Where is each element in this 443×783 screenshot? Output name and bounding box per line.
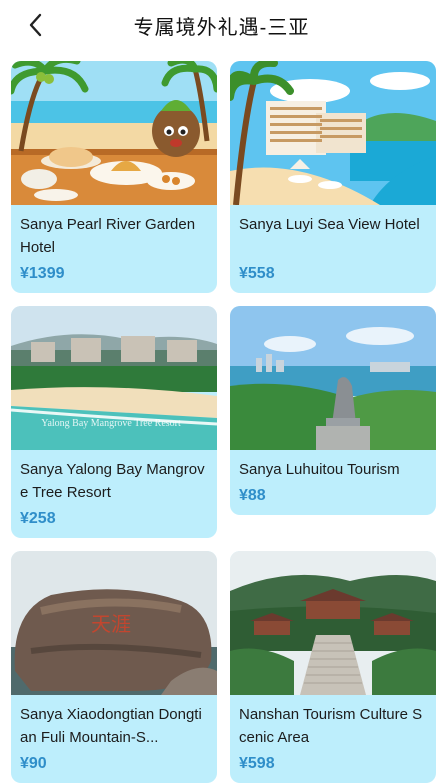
card-price: ¥598 (239, 755, 275, 772)
card-luyi-sea-view-hotel[interactable]: Sanya Luyi Sea View Hotel ¥558 (230, 61, 436, 293)
card-name: Sanya Luyi Sea View Hotel (239, 216, 420, 233)
card-price: ¥258 (20, 510, 56, 527)
card-name: Sanya Pearl River Garden Hotel (20, 216, 196, 256)
card-name: Nanshan Tourism Culture Scenic Area (239, 706, 423, 746)
card-luhuitou-tourism[interactable]: Sanya Luhuitou Tourism ¥88 (230, 306, 436, 515)
card-name: Sanya Yalong Bay Mangrove Tree Resort (20, 461, 205, 501)
back-button[interactable] (22, 11, 50, 39)
card-price: ¥90 (20, 755, 47, 772)
card-price: ¥1399 (20, 265, 65, 282)
header: 专属境外礼遇-三亚 (0, 0, 443, 50)
resort-beach-image: Yalong Bay Mangrove Tree Resort (11, 306, 217, 450)
card-name: Sanya Luhuitou Tourism (239, 461, 400, 478)
card-xiaodongtian[interactable]: 天涯 Sanya Xiaodongtian Dongtian Fuli Moun… (11, 551, 217, 783)
seaview-hotel-image (230, 61, 436, 205)
page-title: 专属境外礼遇-三亚 (133, 16, 310, 39)
temple-gate-image (230, 551, 436, 695)
hotel-breakfast-image (11, 61, 217, 205)
card-nanshan-scenic-area[interactable]: Nanshan Tourism Culture Scenic Area ¥598 (230, 551, 436, 783)
card-price: ¥558 (239, 265, 275, 282)
svg-text:天涯: 天涯 (91, 612, 131, 636)
card-yalong-bay-mangrove-tree-resort[interactable]: Yalong Bay Mangrove Tree Resort Sanya Ya… (11, 306, 217, 538)
luhuitou-statue-image (230, 306, 436, 450)
card-pearl-river-garden-hotel[interactable]: Sanya Pearl River Garden Hotel ¥1399 (11, 61, 217, 293)
carved-rock-image: 天涯 (11, 551, 217, 695)
chevron-left-icon (29, 13, 42, 37)
svg-text:Yalong Bay Mangrove Tree Resor: Yalong Bay Mangrove Tree Resort (41, 418, 181, 429)
card-price: ¥88 (239, 487, 266, 504)
attraction-grid: Sanya Pearl River Garden Hotel ¥1399 San… (11, 61, 436, 783)
card-name: Sanya Xiaodongtian Dongtian Fuli Mountai… (20, 706, 202, 746)
